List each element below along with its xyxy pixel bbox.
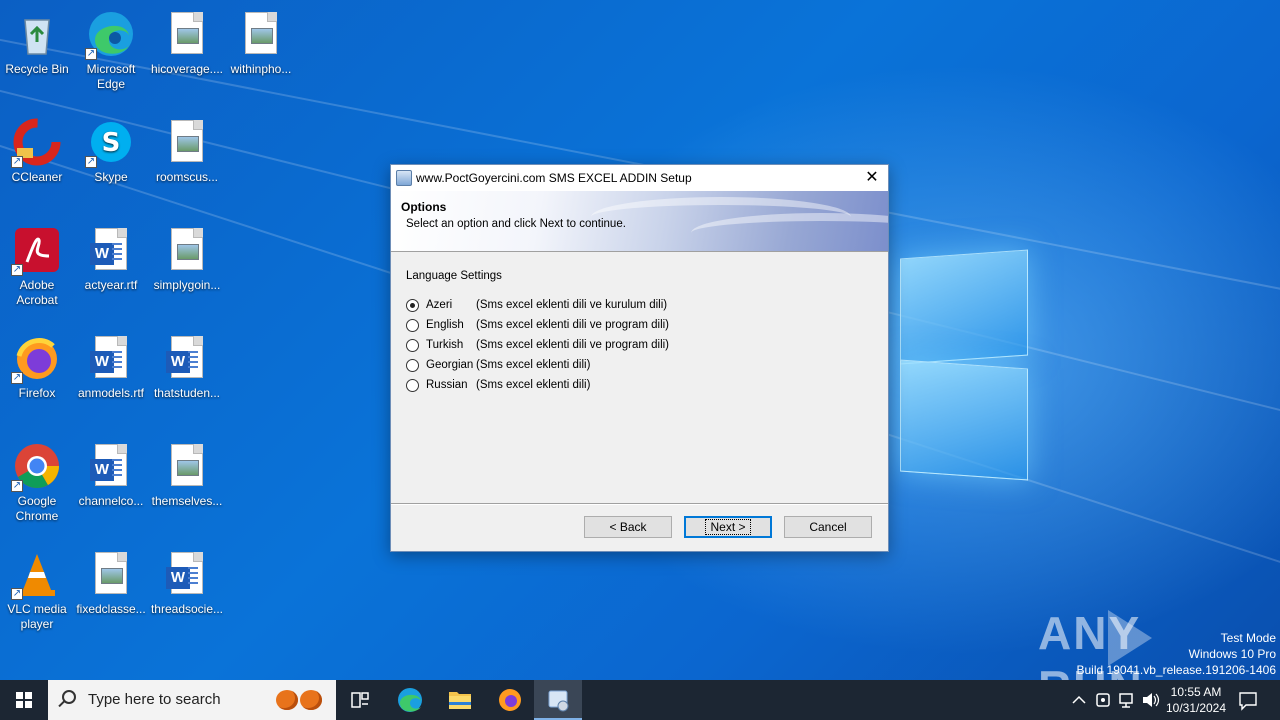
- cancel-button[interactable]: Cancel: [784, 516, 872, 538]
- word-doc-icon: W: [87, 334, 135, 382]
- setup-app-icon: [396, 170, 412, 186]
- dialog-header-banner: Options Select an option and click Next …: [391, 191, 888, 252]
- radio-button[interactable]: [406, 339, 419, 352]
- desktop-icon-themselves[interactable]: themselves...: [150, 436, 224, 536]
- windows-logo-graphic: [890, 240, 1030, 481]
- build-label: Build 19041.vb_release.191206-1406: [1076, 663, 1277, 677]
- folder-icon: [449, 692, 471, 709]
- word-doc-icon: W: [87, 442, 135, 490]
- desktop-icon-microsoft-edge[interactable]: ↗ Microsoft Edge: [74, 4, 148, 104]
- dialog-body: Language Settings Azeri (Sms excel eklen…: [406, 270, 670, 392]
- tray-device-button[interactable]: [1092, 680, 1114, 720]
- dialog-header-title: Options: [401, 200, 447, 214]
- edge-icon: ↗: [85, 10, 135, 60]
- taskbar-file-explorer[interactable]: [436, 680, 484, 720]
- svg-text:S: S: [102, 128, 121, 158]
- word-doc-icon: W: [163, 550, 211, 598]
- action-center-button[interactable]: [1236, 680, 1260, 720]
- radio-button[interactable]: [406, 319, 419, 332]
- dialog-title: www.PoctGoyercini.com SMS EXCEL ADDIN Se…: [416, 171, 692, 185]
- taskbar-clock[interactable]: 10:55 AM 10/31/2024: [1158, 684, 1234, 716]
- image-file-icon: [163, 118, 211, 166]
- setup-dialog: www.PoctGoyercini.com SMS EXCEL ADDIN Se…: [390, 164, 889, 552]
- setup-app-icon: [548, 690, 569, 712]
- show-hidden-icons-button[interactable]: [1068, 680, 1090, 720]
- desktop-icon-actyear-rtf[interactable]: W actyear.rtf: [74, 220, 148, 320]
- word-doc-icon: W: [163, 334, 211, 382]
- task-view-icon: [351, 692, 369, 708]
- acrobat-icon: ↗: [11, 226, 61, 276]
- clock-date: 10/31/2024: [1165, 701, 1227, 715]
- start-button[interactable]: [0, 680, 48, 720]
- desktop-icon-withinpho[interactable]: withinpho...: [224, 4, 298, 104]
- desktop-icon-ccleaner[interactable]: ↗ CCleaner: [0, 112, 74, 212]
- network-icon: [1119, 693, 1133, 708]
- dialog-header-subtitle: Select an option and click Next to conti…: [406, 218, 626, 230]
- desktop-icon-skype[interactable]: S ↗ Skype: [74, 112, 148, 212]
- desktop-icon-threadsocie[interactable]: W threadsocie...: [150, 544, 224, 644]
- device-icon: [1096, 693, 1110, 707]
- desktop-icon-simplygoin[interactable]: simplygoin...: [150, 220, 224, 320]
- ccleaner-icon: ↗: [11, 118, 61, 168]
- taskbar-search-box[interactable]: Type here to search: [48, 680, 336, 720]
- search-icon: [62, 690, 76, 704]
- taskbar: Type here to search 10:55 AM 10/31/2024: [0, 680, 1280, 720]
- notification-icon: [1239, 692, 1257, 711]
- image-file-icon: [163, 10, 211, 58]
- firefox-icon: [499, 689, 521, 711]
- desktop-icon-anmodels-rtf[interactable]: W anmodels.rtf: [74, 328, 148, 428]
- taskbar-setup-app[interactable]: [534, 680, 582, 720]
- image-file-icon: [163, 226, 211, 274]
- radio-button[interactable]: [406, 379, 419, 392]
- word-doc-icon: W: [87, 226, 135, 274]
- radio-button[interactable]: [406, 299, 419, 312]
- windows-edition-label: Windows 10 Pro: [1188, 647, 1276, 661]
- next-button-label: Next >: [705, 519, 751, 535]
- image-file-icon: [87, 550, 135, 598]
- desktop-icon-roomscus[interactable]: roomscus...: [150, 112, 224, 212]
- edge-icon: [398, 688, 422, 712]
- chrome-icon: ↗: [11, 442, 61, 492]
- system-info: Test Mode Windows 10 Pro Build 19041.vb_…: [1077, 630, 1277, 678]
- next-button[interactable]: Next >: [684, 516, 772, 538]
- back-button[interactable]: < Back: [584, 516, 672, 538]
- desktop-icon-vlc[interactable]: ↗ VLC media player: [0, 544, 74, 644]
- desktop-icon-thatstuden[interactable]: W thatstuden...: [150, 328, 224, 428]
- tray-network-button[interactable]: [1116, 680, 1138, 720]
- recycle-bin-icon: [13, 10, 61, 58]
- image-file-icon: [163, 442, 211, 490]
- taskbar-edge[interactable]: [386, 680, 434, 720]
- dialog-titlebar[interactable]: www.PoctGoyercini.com SMS EXCEL ADDIN Se…: [391, 165, 888, 191]
- desktop-icon-recycle-bin[interactable]: Recycle Bin: [0, 4, 74, 104]
- desktop-icon-channelco[interactable]: W channelco...: [74, 436, 148, 536]
- taskbar-firefox[interactable]: [486, 680, 534, 720]
- desktop-icon-hicoverage[interactable]: hicoverage....: [150, 4, 224, 104]
- image-file-icon: [237, 10, 285, 58]
- skype-icon: S ↗: [85, 118, 135, 168]
- search-placeholder: Type here to search: [88, 691, 221, 708]
- close-button[interactable]: ✕: [856, 165, 888, 190]
- desktop-icon-adobe-acrobat[interactable]: ↗ Adobe Acrobat: [0, 220, 74, 320]
- test-mode-label: Test Mode: [1220, 631, 1276, 645]
- close-icon: ✕: [865, 169, 879, 186]
- desktop-icon-firefox[interactable]: ↗ Firefox: [0, 328, 74, 428]
- dialog-separator: [391, 503, 888, 505]
- firefox-icon: ↗: [11, 334, 61, 384]
- vlc-icon: ↗: [11, 550, 61, 600]
- task-view-button[interactable]: [336, 680, 384, 720]
- radio-button[interactable]: [406, 359, 419, 372]
- language-settings-label: Language Settings: [406, 270, 502, 282]
- desktop-icon-google-chrome[interactable]: ↗ Google Chrome: [0, 436, 74, 536]
- chevron-up-icon: [1072, 695, 1086, 704]
- desktop-icon-fixedclasse[interactable]: fixedclasse...: [74, 544, 148, 644]
- clock-time: 10:55 AM: [1170, 685, 1222, 699]
